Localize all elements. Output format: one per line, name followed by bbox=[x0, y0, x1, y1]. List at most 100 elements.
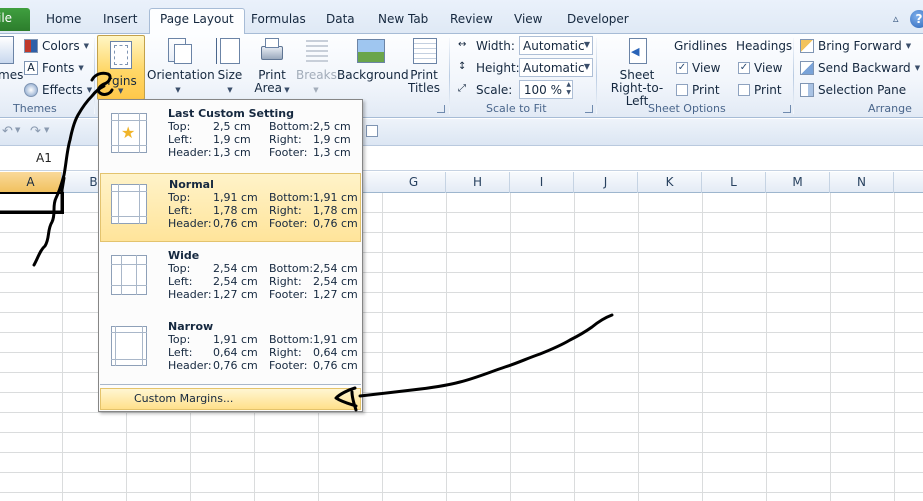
custom-margins-menu-item[interactable]: Custom Margins... bbox=[100, 388, 361, 410]
gridlines-view-checkbox[interactable]: ✓ View bbox=[676, 58, 720, 78]
undo-icon[interactable]: ↶ bbox=[2, 124, 13, 139]
left-value: 0,64 cm bbox=[213, 346, 258, 359]
width-label: ↔ Width: bbox=[458, 36, 515, 56]
footer-value: 0,76 cm bbox=[313, 359, 358, 372]
size-button[interactable]: Size ▼ bbox=[214, 36, 246, 97]
effects-button[interactable]: Effects ▼ bbox=[24, 80, 92, 100]
margins-option-wide[interactable]: Wide Top: 2,54 cm Bottom: 2,54 cm Left: … bbox=[100, 244, 361, 313]
chevron-down-icon: ▼ bbox=[313, 86, 319, 94]
ribbon-tab-bar: ile Home Insert Page Layout Formulas Dat… bbox=[0, 0, 923, 35]
bring-forward-button[interactable]: Bring Forward ▼ bbox=[800, 36, 911, 56]
chevron-down-icon: ▼ bbox=[227, 86, 233, 94]
selection-pane-button[interactable]: Selection Pane bbox=[800, 80, 906, 100]
selection-pane-icon bbox=[800, 83, 814, 97]
fonts-label: Fonts bbox=[42, 61, 75, 75]
header-label: Header: bbox=[168, 146, 212, 159]
column-header-h[interactable]: H bbox=[446, 172, 510, 193]
page-margins-icon bbox=[111, 326, 147, 366]
group-separator bbox=[793, 38, 794, 114]
bring-forward-icon bbox=[800, 39, 814, 53]
margins-button[interactable]: rgins ▼ bbox=[97, 35, 145, 100]
margins-dropdown-menu: ★ Last Custom Setting Top: 2,5 cm Bottom… bbox=[98, 99, 363, 412]
column-header-n[interactable]: N bbox=[830, 172, 894, 193]
gridlines-print-checkbox[interactable]: Print bbox=[676, 80, 720, 100]
print-titles-button[interactable]: Print Titles bbox=[406, 36, 442, 95]
name-box[interactable]: A1 bbox=[0, 149, 90, 168]
margins-option-narrow[interactable]: Narrow Top: 1,91 cm Bottom: 1,91 cm Left… bbox=[100, 315, 361, 384]
top-value: 1,91 cm bbox=[213, 333, 258, 346]
colors-button[interactable]: Colors ▼ bbox=[24, 36, 89, 56]
headings-print-checkbox[interactable]: Print bbox=[738, 80, 782, 100]
left-label: Left: bbox=[168, 275, 193, 288]
checkbox-checked-icon: ✓ bbox=[676, 62, 688, 74]
margins-option-title: Last Custom Setting bbox=[168, 107, 295, 120]
gridlines-view-label: View bbox=[692, 61, 721, 75]
width-combo[interactable]: Automatic ▼ bbox=[519, 36, 593, 55]
column-header-j[interactable]: J bbox=[574, 172, 638, 193]
tab-new-tab[interactable]: New Tab bbox=[378, 12, 428, 26]
minimize-ribbon-icon[interactable]: ▵ bbox=[893, 12, 899, 25]
right-value: 1,9 cm bbox=[313, 133, 351, 146]
qat-custom-icon[interactable] bbox=[366, 125, 378, 137]
bottom-label: Bottom: bbox=[269, 120, 314, 133]
sheet-options-dialog-launcher-icon[interactable] bbox=[783, 105, 791, 113]
tab-view[interactable]: View bbox=[514, 12, 542, 26]
effects-label: Effects bbox=[42, 83, 83, 97]
tab-insert[interactable]: Insert bbox=[103, 12, 137, 26]
headings-view-checkbox[interactable]: ✓ View bbox=[738, 58, 782, 78]
column-header-a[interactable]: A bbox=[0, 172, 62, 193]
group-label-sheet-options: Sheet Options bbox=[648, 102, 726, 115]
column-header-k[interactable]: K bbox=[638, 172, 702, 193]
menu-separator bbox=[100, 384, 361, 385]
send-backward-button[interactable]: Send Backward ▼ bbox=[800, 58, 920, 78]
margins-option-normal[interactable]: Normal Top: 1,91 cm Bottom: 1,91 cm Left… bbox=[100, 173, 361, 242]
fonts-button[interactable]: A Fonts ▼ bbox=[24, 58, 84, 78]
tab-formulas[interactable]: Formulas bbox=[251, 12, 306, 26]
margins-icon bbox=[110, 41, 132, 69]
left-label: Left: bbox=[168, 346, 193, 359]
column-header-i[interactable]: I bbox=[510, 172, 574, 193]
redo-icon[interactable]: ↷ bbox=[30, 124, 41, 139]
print-area-button[interactable]: Print Area ▼ bbox=[253, 36, 291, 97]
column-header-g[interactable]: G bbox=[382, 172, 446, 193]
page-setup-dialog-launcher-icon[interactable] bbox=[437, 105, 445, 113]
tab-developer[interactable]: Developer bbox=[567, 12, 629, 26]
orientation-button[interactable]: Orientation ▼ bbox=[147, 36, 215, 97]
send-backward-icon bbox=[800, 61, 814, 75]
height-combo[interactable]: Automatic ▼ bbox=[519, 58, 593, 77]
margins-option-last-custom[interactable]: ★ Last Custom Setting Top: 2,5 cm Bottom… bbox=[100, 102, 361, 171]
background-icon bbox=[356, 36, 385, 66]
tab-data[interactable]: Data bbox=[326, 12, 355, 26]
tab-home[interactable]: Home bbox=[46, 12, 81, 26]
footer-label: Footer: bbox=[269, 146, 308, 159]
tab-file[interactable]: ile bbox=[0, 8, 30, 31]
chevron-down-icon: ▼ bbox=[118, 87, 124, 95]
scale-spinner[interactable]: 100 % ▲ ▼ bbox=[519, 80, 573, 99]
effects-icon bbox=[24, 83, 38, 97]
print-titles-label: Print bbox=[410, 68, 438, 82]
right-label: Right: bbox=[269, 133, 302, 146]
bottom-value: 1,91 cm bbox=[313, 333, 358, 346]
breaks-icon bbox=[302, 36, 330, 66]
tab-review[interactable]: Review bbox=[450, 12, 493, 26]
sheet-right-to-left-button[interactable]: ◀ Sheet Right-to-Left bbox=[602, 36, 672, 108]
right-value: 2,54 cm bbox=[313, 275, 358, 288]
chevron-down-icon: ▼ bbox=[86, 86, 93, 94]
spinner-arrows-icon[interactable]: ▲ ▼ bbox=[566, 81, 571, 97]
footer-label: Footer: bbox=[269, 217, 308, 230]
headings-view-label: View bbox=[754, 61, 783, 75]
column-header-l[interactable]: L bbox=[702, 172, 766, 193]
help-icon[interactable]: ? bbox=[910, 10, 923, 28]
breaks-button[interactable]: Breaks ▼ bbox=[296, 36, 337, 97]
chevron-down-icon[interactable]: ▼ bbox=[15, 126, 20, 134]
left-label: Left: bbox=[168, 204, 193, 217]
scale-to-fit-dialog-launcher-icon[interactable] bbox=[585, 105, 593, 113]
column-header-m[interactable]: M bbox=[766, 172, 830, 193]
chevron-down-icon[interactable]: ▼ bbox=[44, 126, 49, 134]
background-button[interactable]: Background bbox=[337, 36, 409, 82]
tab-page-layout[interactable]: Page Layout bbox=[149, 8, 245, 35]
top-value: 2,5 cm bbox=[213, 120, 251, 133]
chevron-down-icon: ▼ bbox=[905, 42, 912, 50]
themes-button[interactable]: mes bbox=[0, 36, 23, 82]
active-cell-a1[interactable] bbox=[0, 192, 64, 214]
